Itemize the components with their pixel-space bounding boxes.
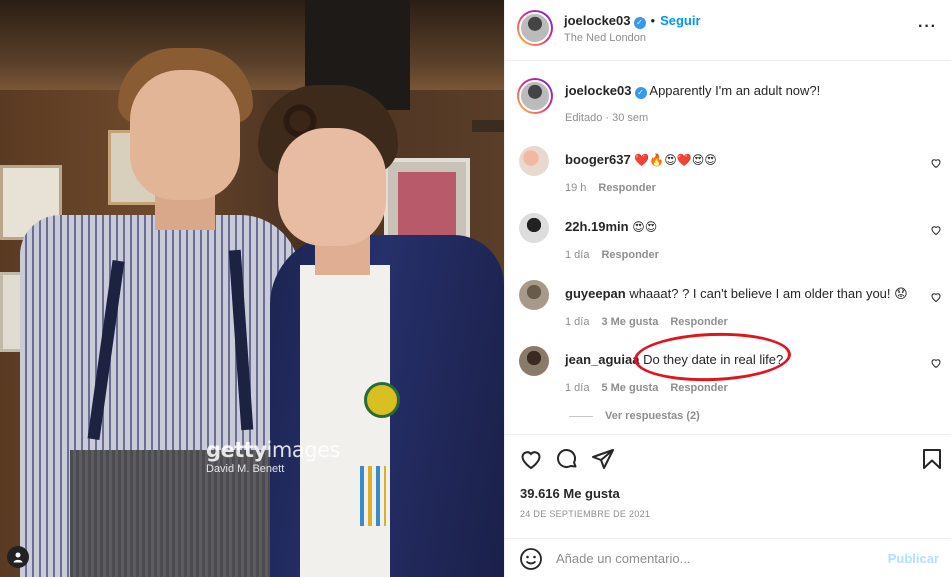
post-photo[interactable]: gettyimages David M. Benett (0, 0, 504, 577)
comment-reply-button[interactable]: Responder (670, 382, 727, 394)
comment-like-heart-icon[interactable] (930, 224, 942, 236)
comments-list[interactable]: joelocke03 ✓ Apparently I'm an adult now?… (505, 62, 951, 434)
comment-meta: 19 h Responder (565, 182, 656, 194)
separator-dot: • (650, 13, 656, 28)
comment-reply-button[interactable]: Responder (598, 182, 655, 194)
post-date: 24 DE SEPTIEMBRE DE 2021 (520, 509, 651, 519)
user-tag-icon[interactable] (7, 546, 29, 568)
heart-icon[interactable] (519, 447, 543, 471)
post-sidebar: joelocke03 ✓ • Seguir The Ned London ··· jo… (504, 0, 951, 577)
comment-text: ❤️🔥😍❤️😍😍 (634, 153, 717, 167)
comment-text-line: jean_aguiaa Do they date in real life? (565, 352, 783, 367)
view-replies-button[interactable]: Ver respuestas (2) (569, 410, 700, 422)
bookmark-icon[interactable] (920, 447, 944, 471)
comment-item: guyeepan whaaat? ? I can't believe I am … (517, 280, 951, 340)
comment-likes[interactable]: 5 Me gusta (601, 382, 658, 394)
comment-icon[interactable] (555, 447, 579, 471)
caption-avatar[interactable] (517, 78, 553, 114)
comment-reply-button[interactable]: Responder (670, 316, 727, 328)
comment-like-heart-icon[interactable] (930, 357, 942, 369)
comment-time: 1 día (565, 316, 590, 328)
comment-text: Do they date in real life? (643, 352, 784, 367)
caption-text: Apparently I'm an adult now?! (649, 83, 821, 98)
emoji-icon[interactable] (519, 547, 543, 571)
comment-likes[interactable]: 3 Me gusta (601, 316, 658, 328)
likes-count[interactable]: 39.616 Me gusta (520, 486, 620, 501)
caption-text-line: joelocke03 ✓ Apparently I'm an adult now?… (565, 83, 820, 99)
more-options-icon[interactable]: ··· (918, 18, 937, 36)
author-avatar[interactable] (517, 10, 553, 46)
comment-username[interactable]: booger637 (565, 152, 631, 167)
comment-input[interactable]: Añade un comentario... (556, 551, 690, 566)
comment-item: 22h.19min 😍😍 1 día Responder (517, 213, 951, 273)
comment-time: 1 día (565, 382, 590, 394)
post-header: joelocke03 ✓ • Seguir The Ned London ··· (505, 0, 951, 61)
comment-time: 1 día (565, 249, 590, 261)
watermark-credit: David M. Benett (206, 463, 285, 475)
comment-text: 😍😍 (632, 220, 658, 234)
commenter-avatar[interactable] (519, 280, 549, 310)
comment-username[interactable]: jean_aguiaa (565, 352, 639, 367)
photo-background (0, 0, 504, 90)
post-location[interactable]: The Ned London (564, 32, 646, 44)
view-replies-label: Ver respuestas (2) (605, 410, 700, 422)
jacket-lemon-patch (364, 382, 400, 418)
person-right-tshirt (300, 265, 390, 577)
comment-text-line: 22h.19min 😍😍 (565, 219, 657, 234)
add-comment-bar: Añade un comentario... Publicar (505, 538, 951, 577)
comment-meta: 1 día 5 Me gusta Responder (565, 382, 728, 394)
person-right-face (278, 128, 386, 246)
post-actions: 39.616 Me gusta 24 DE SEPTIEMBRE DE 2021… (505, 434, 951, 574)
comment-username[interactable]: 22h.19min (565, 219, 629, 234)
verified-badge-icon: ✓ (633, 17, 646, 29)
person-left-face (130, 70, 240, 200)
comment-username[interactable]: guyeepan (565, 286, 626, 301)
comment-time: 19 h (565, 182, 587, 194)
getty-watermark: gettyimages David M. Benett (206, 438, 340, 475)
share-icon[interactable] (591, 447, 615, 471)
comment-meta: 1 día 3 Me gusta Responder (565, 316, 728, 328)
replies-divider (569, 415, 593, 417)
author-username[interactable]: joelocke03 (564, 13, 631, 28)
comment-meta: 1 día Responder (565, 249, 659, 261)
comment-text-line: booger637 ❤️🔥😍❤️😍😍 (565, 152, 717, 167)
comment-text: whaaat? ? I can't believe I am older tha… (629, 286, 908, 301)
photo-lamp (472, 120, 504, 132)
comment-item: booger637 ❤️🔥😍❤️😍😍 19 h Responder (517, 146, 951, 206)
comment-text-line: guyeepan whaaat? ? I can't believe I am … (565, 286, 908, 302)
comment-reply-button[interactable]: Responder (601, 249, 658, 261)
caption-meta: Editado · 30 sem (565, 112, 649, 124)
author-line: joelocke03 ✓ • Seguir (564, 13, 701, 29)
follow-button[interactable]: Seguir (660, 13, 700, 28)
jacket-cuff-stripes (356, 466, 386, 526)
commenter-avatar[interactable] (519, 146, 549, 176)
verified-badge-icon: ✓ (634, 87, 647, 99)
comment-like-heart-icon[interactable] (930, 157, 942, 169)
comment-like-heart-icon[interactable] (930, 291, 942, 303)
watermark-brand-suffix: images (266, 438, 341, 462)
commenter-avatar[interactable] (519, 346, 549, 376)
comment-item: jean_aguiaa Do they date in real life? 1… (517, 346, 951, 406)
watermark-brand: getty (206, 438, 267, 462)
post-comment-button[interactable]: Publicar (888, 551, 939, 566)
commenter-avatar[interactable] (519, 213, 549, 243)
caption-username[interactable]: joelocke03 (565, 83, 632, 98)
